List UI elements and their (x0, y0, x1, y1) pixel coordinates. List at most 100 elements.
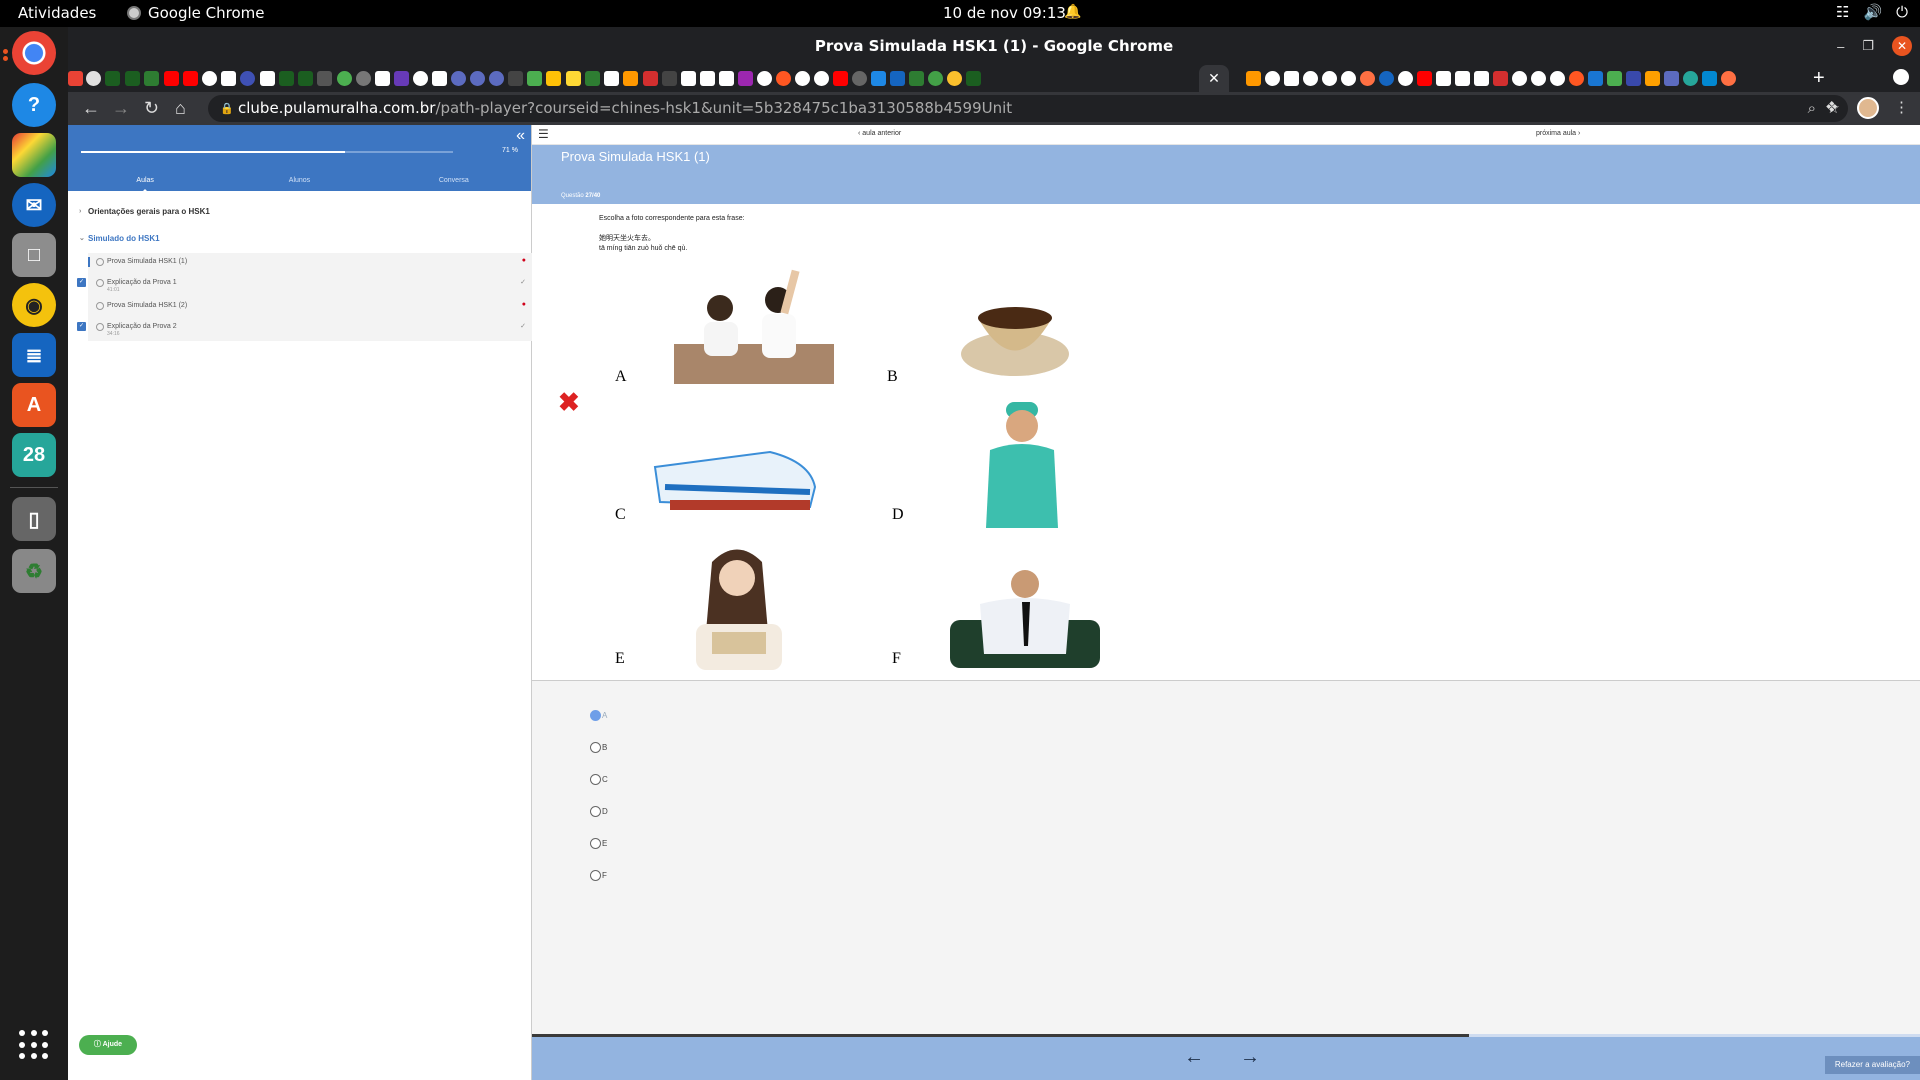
tab-favicon[interactable] (1455, 71, 1470, 86)
radio-button[interactable] (590, 870, 601, 881)
tab-favicon[interactable] (279, 71, 294, 86)
option-b[interactable]: B (590, 742, 607, 753)
tab-favicon[interactable] (738, 71, 753, 86)
previous-lesson-link[interactable]: ‹ aula anterior (858, 130, 901, 137)
tab-favicon[interactable] (317, 71, 332, 86)
tab-favicon[interactable] (719, 71, 734, 86)
option-a[interactable]: A (590, 710, 607, 721)
tab-favicon[interactable] (1246, 71, 1261, 86)
back-icon[interactable]: ← (82, 98, 100, 119)
tab-favicon[interactable] (394, 71, 409, 86)
removable-drive-icon[interactable]: ▯ (12, 497, 56, 541)
tab-favicon[interactable] (966, 71, 981, 86)
radio-button[interactable] (590, 710, 601, 721)
tab-favicon[interactable] (183, 71, 198, 86)
tab-favicon[interactable] (1531, 71, 1546, 86)
tab-favicon[interactable] (662, 71, 677, 86)
trash-icon[interactable]: ♻ (12, 549, 56, 593)
maximize-icon[interactable]: ❐ (1862, 38, 1874, 54)
tab-favicon[interactable] (1436, 71, 1451, 86)
extensions-icon[interactable]: ❖ (1825, 98, 1838, 116)
system-tray[interactable]: ☷ 🔊 ⏻ (1836, 3, 1908, 21)
tab-favicon[interactable] (681, 71, 696, 86)
clock[interactable]: 10 de nov 09:13 (943, 4, 1066, 22)
tab-favicon[interactable] (1588, 71, 1603, 86)
tab-alunos[interactable]: Alunos (222, 175, 376, 184)
tab-favicon[interactable] (105, 71, 120, 86)
tab-favicon[interactable] (298, 71, 313, 86)
tab-favicon[interactable] (1265, 71, 1280, 86)
tab-favicon[interactable] (852, 71, 867, 86)
zoom-icon[interactable]: ⌕ (1808, 95, 1816, 122)
address-bar[interactable]: 🔒 clube.pulamuralha.com.br/path-player?c… (208, 95, 1848, 122)
lesson-checkbox[interactable]: ✓ (77, 322, 86, 331)
new-tab-icon[interactable]: + (1813, 67, 1825, 90)
radio-button[interactable] (590, 742, 601, 753)
tab-favicon[interactable] (527, 71, 542, 86)
tab-favicon[interactable] (757, 71, 772, 86)
tab-favicon[interactable] (489, 71, 504, 86)
close-window-icon[interactable]: ✕ (1892, 36, 1912, 56)
lesson-item-explicacao-2[interactable]: ✓ Explicação da Prova 2 34:16 ✓ (77, 318, 532, 341)
tab-favicon[interactable] (144, 71, 159, 86)
tab-favicon[interactable] (623, 71, 638, 86)
tab-favicon[interactable] (202, 71, 217, 86)
tab-favicon[interactable] (566, 71, 581, 86)
tab-favicon[interactable] (1474, 71, 1489, 86)
tab-favicon[interactable] (337, 71, 352, 86)
tab-favicon[interactable] (432, 71, 447, 86)
profile-avatar[interactable] (1857, 97, 1879, 119)
tab-favicon[interactable] (795, 71, 810, 86)
tab-conversa[interactable]: Conversa (377, 175, 531, 184)
tab-favicon[interactable] (356, 71, 371, 86)
tab-favicon[interactable] (1360, 71, 1375, 86)
next-lesson-link[interactable]: próxima aula › (1536, 130, 1580, 137)
lesson-item-prova-2[interactable]: Prova Simulada HSK1 (2) ● (88, 297, 532, 318)
tab-favicon[interactable] (1341, 71, 1356, 86)
chrome-icon[interactable] (12, 31, 56, 75)
tab-favicon[interactable] (1664, 71, 1679, 86)
tab-favicon[interactable] (1721, 71, 1736, 86)
files-icon[interactable]: □ (12, 233, 56, 277)
tab-favicon[interactable] (1417, 71, 1432, 86)
tab-favicon[interactable] (585, 71, 600, 86)
tab-favicon[interactable] (814, 71, 829, 86)
tab-favicon[interactable] (375, 71, 390, 86)
calendar-icon[interactable]: 28 (12, 433, 56, 477)
lesson-item-explicacao-1[interactable]: ✓ Explicação da Prova 1 41:01 ✓ (77, 274, 532, 297)
tab-favicon[interactable] (68, 71, 83, 86)
tab-favicon[interactable] (1607, 71, 1622, 86)
rhythmbox-icon[interactable]: ◉ (12, 283, 56, 327)
tab-favicon[interactable] (413, 71, 428, 86)
option-e[interactable]: E (590, 838, 607, 849)
help-button[interactable]: ⓘ Ajude (79, 1035, 137, 1055)
tab-search-icon[interactable] (1893, 69, 1909, 85)
tab-favicon[interactable] (909, 71, 924, 86)
tab-favicon[interactable] (451, 71, 466, 86)
tab-favicon[interactable] (1645, 71, 1660, 86)
writer-icon[interactable]: ≣ (12, 333, 56, 377)
tab-favicon[interactable] (1702, 71, 1717, 86)
cube-app-icon[interactable] (12, 133, 56, 177)
tab-favicon[interactable] (1322, 71, 1337, 86)
tab-favicon[interactable] (776, 71, 791, 86)
forward-icon[interactable]: → (112, 98, 130, 119)
tab-favicon[interactable] (240, 71, 255, 86)
tab-favicon[interactable] (700, 71, 715, 86)
active-tab-close-icon[interactable]: ✕ (1199, 65, 1229, 92)
previous-question-arrow-icon[interactable]: ← (1184, 1046, 1204, 1069)
reload-icon[interactable]: ↻ (144, 98, 159, 119)
next-question-arrow-icon[interactable]: → (1240, 1046, 1260, 1069)
tab-favicon[interactable] (947, 71, 962, 86)
chrome-menu-icon[interactable]: ⋮ (1894, 98, 1909, 116)
redo-assessment-button[interactable]: Refazer a avaliação? (1824, 1056, 1920, 1074)
tab-favicon[interactable] (928, 71, 943, 86)
tab-favicon[interactable] (221, 71, 236, 86)
option-d[interactable]: D (590, 806, 608, 817)
tab-favicon[interactable] (470, 71, 485, 86)
lesson-item-prova-1[interactable]: Prova Simulada HSK1 (1) ● (88, 253, 532, 274)
tab-favicon[interactable] (1303, 71, 1318, 86)
tab-favicon[interactable] (508, 71, 523, 86)
radio-button[interactable] (590, 838, 601, 849)
activities-button[interactable]: Atividades (18, 4, 96, 22)
